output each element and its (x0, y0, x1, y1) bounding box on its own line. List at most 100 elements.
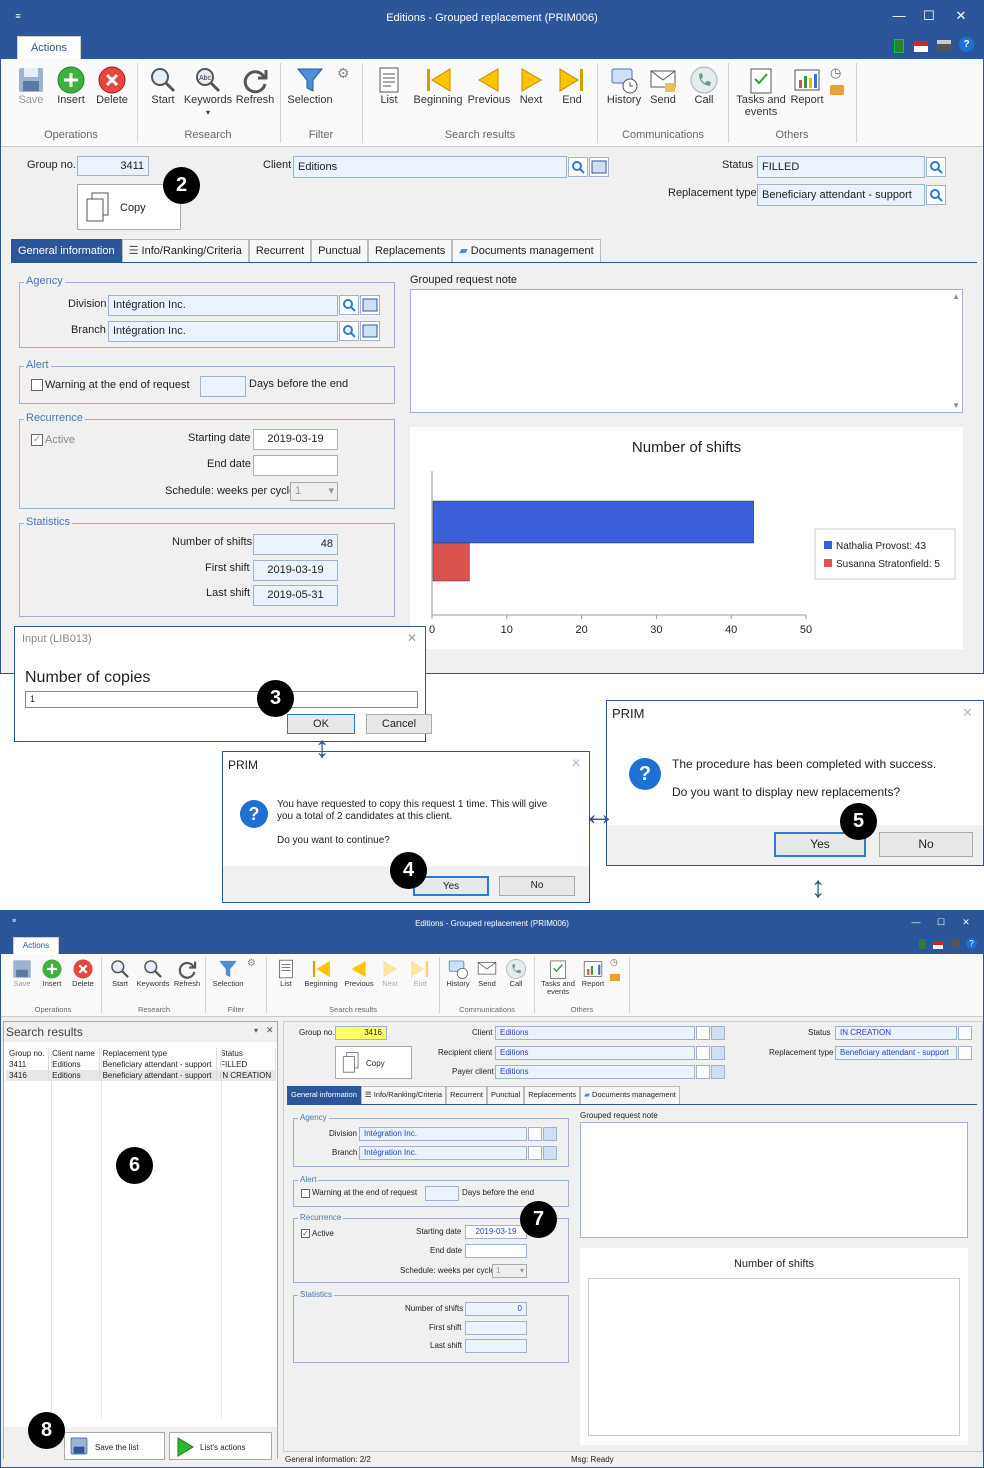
group-no-field[interactable]: 3411 (77, 156, 149, 176)
division-field[interactable]: Intégration Inc. (108, 295, 338, 316)
b-repl-type-field[interactable]: Beneficiary attendant - support (835, 1046, 957, 1060)
schedule-select[interactable]: 1 ▾ (290, 482, 338, 501)
save-button[interactable]: Save (13, 65, 49, 107)
history-button[interactable]: History (603, 65, 645, 107)
save-list-button[interactable]: Save the list (64, 1432, 165, 1460)
print-icon[interactable] (937, 40, 951, 51)
tab-general-information[interactable]: General information (11, 239, 122, 263)
call-button[interactable]: Call (687, 65, 721, 107)
b-tab-punctual[interactable]: Punctual (487, 1086, 525, 1104)
result-end-button[interactable]: End (407, 958, 433, 988)
tab-punctual[interactable]: Punctual (311, 239, 368, 263)
beginning-button[interactable]: Beginning (411, 65, 465, 107)
result-tools-icon[interactable] (610, 974, 620, 981)
result-call-button[interactable]: Call (503, 958, 529, 988)
b-division-search-icon[interactable] (528, 1127, 542, 1141)
maximize-button[interactable]: ☐ (916, 1, 942, 31)
close-button[interactable]: ✕ (948, 1, 974, 31)
b-tab-documents[interactable]: ▰ Documents management (580, 1086, 680, 1104)
minimize-button[interactable]: — (886, 1, 912, 31)
start-search-button[interactable]: Start (145, 65, 181, 107)
b-recipient-search-icon[interactable] (696, 1046, 710, 1060)
confirm-close-icon[interactable]: ✕ (571, 756, 581, 770)
starting-date-field[interactable]: 2019-03-19 (253, 429, 338, 450)
result-history-button[interactable]: History (443, 958, 473, 988)
next-button[interactable]: Next (513, 65, 549, 107)
refresh-button[interactable]: Refresh (235, 65, 275, 107)
result-send-button[interactable]: Send (473, 958, 501, 988)
tab-info-ranking[interactable]: ☰ Info/Ranking/Criteria (121, 239, 249, 263)
active-checkbox[interactable]: ✓ (31, 434, 43, 446)
b-client-field[interactable]: Editions (495, 1026, 695, 1040)
b-schedule-select[interactable]: 1 ▾ (492, 1264, 527, 1278)
result-insert-button[interactable]: Insert (39, 958, 65, 988)
b-repl-type-search-icon[interactable] (958, 1046, 972, 1060)
flag-icon[interactable] (914, 41, 928, 52)
b-active-checkbox[interactable]: ✓ (301, 1229, 310, 1238)
system-menu-icon[interactable]: ≡ (11, 1, 25, 31)
table-row[interactable]: 3411 Editions Beneficiary attendant - supp… (6, 1059, 276, 1070)
report-button[interactable]: Report (788, 65, 826, 107)
result-save-button[interactable]: Save (9, 958, 35, 988)
result-flag-icon[interactable] (933, 941, 943, 949)
status-search-icon[interactable] (926, 157, 946, 177)
b-tab-replacements[interactable]: Replacements (524, 1086, 581, 1104)
division-search-icon[interactable] (339, 295, 359, 315)
b-division-open-icon[interactable] (543, 1127, 557, 1141)
b-status-field[interactable]: IN CREATION (835, 1026, 957, 1040)
result-minimize-button[interactable]: — (906, 911, 926, 933)
result-print-icon[interactable] (950, 940, 960, 948)
warning-checkbox[interactable] (31, 379, 43, 391)
result-start-button[interactable]: Start (107, 958, 133, 988)
tab-documents[interactable]: ▰ Documents management (452, 239, 601, 263)
pane-dropdown-icon[interactable]: ▾ (254, 1026, 258, 1035)
result-refresh-button[interactable]: Refresh (172, 958, 202, 988)
b-payer-open-icon[interactable] (711, 1065, 725, 1079)
b-recipient-open-icon[interactable] (711, 1046, 725, 1060)
result-filter-settings-icon[interactable]: ⚙ (247, 958, 256, 969)
result-help-icon[interactable]: ? (966, 938, 977, 949)
result-selection-button[interactable]: Selection (209, 958, 247, 988)
b-group-no-field[interactable]: 3416 (335, 1026, 387, 1040)
confirm-no-button[interactable]: No (499, 876, 575, 896)
result-previous-button[interactable]: Previous (343, 958, 375, 988)
tasks-events-button[interactable]: Tasks and events (734, 65, 788, 118)
result-report-button[interactable]: Report (578, 958, 608, 988)
b-tab-recurrent[interactable]: Recurrent (446, 1086, 488, 1104)
result-beginning-button[interactable]: Beginning (301, 958, 341, 988)
division-open-icon[interactable] (360, 295, 380, 315)
table-row[interactable]: 3416 Editions Beneficiary attendant - supp… (6, 1070, 276, 1081)
b-tab-general[interactable]: General information (287, 1086, 361, 1104)
selection-button[interactable]: Selection (285, 65, 335, 107)
send-button[interactable]: Send (645, 65, 681, 107)
replacement-type-search-icon[interactable] (926, 185, 946, 205)
b-branch-search-icon[interactable] (528, 1146, 542, 1160)
b-end-date-field[interactable] (465, 1244, 527, 1258)
tab-actions[interactable]: Actions (17, 36, 81, 59)
tab-recurrent[interactable]: Recurrent (248, 239, 312, 263)
number-of-copies-input[interactable]: 1 (25, 691, 418, 708)
branch-field[interactable]: Intégration Inc. (108, 321, 338, 342)
keywords-button[interactable]: Abc Keywords ▾ (183, 65, 233, 118)
result-delete-button[interactable]: Delete (69, 958, 97, 988)
days-before-field[interactable] (200, 376, 246, 397)
result-tab-actions[interactable]: Actions (13, 937, 59, 954)
result-system-menu-icon[interactable]: ≡ (9, 911, 19, 933)
delete-button[interactable]: Delete (93, 65, 131, 107)
client-field[interactable]: Editions (293, 156, 567, 178)
b-status-search-icon[interactable] (958, 1026, 972, 1040)
b-recipient-field[interactable]: Editions (495, 1046, 695, 1060)
result-schedule-icon[interactable]: ◷ (610, 957, 618, 968)
b-payer-search-icon[interactable] (696, 1065, 710, 1079)
results-column-header[interactable]: Status (216, 1048, 276, 1059)
list-button[interactable]: List (371, 65, 407, 107)
result-list-button[interactable]: List (273, 958, 299, 988)
client-open-icon[interactable] (589, 157, 609, 177)
success-close-icon[interactable]: ✕ (962, 705, 973, 721)
results-column-header[interactable]: Replacement type (99, 1048, 218, 1059)
help-icon[interactable]: ? (959, 37, 974, 52)
previous-button[interactable]: Previous (467, 65, 511, 107)
result-calculator-icon[interactable] (919, 939, 926, 949)
results-column-header[interactable]: Group no. (6, 1048, 50, 1059)
client-search-icon[interactable] (568, 157, 588, 177)
